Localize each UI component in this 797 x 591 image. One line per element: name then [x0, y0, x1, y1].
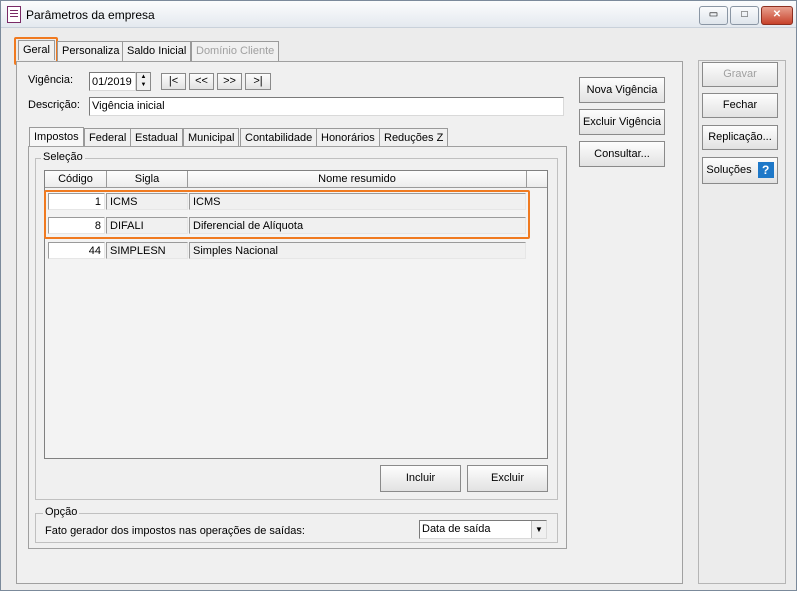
cell-sigla[interactable]: SIMPLESN	[106, 242, 188, 259]
nova-vigencia-button[interactable]: Nova Vigência	[579, 77, 665, 103]
subtab-municipal[interactable]: Municipal	[183, 128, 240, 148]
solucoes-button[interactable]: Soluções?	[702, 157, 778, 184]
maximize-button[interactable]: □	[730, 6, 759, 25]
tab-label: Impostos	[34, 131, 79, 143]
subtab-impostos[interactable]: Impostos	[29, 127, 84, 147]
window-title: Parâmetros da empresa	[26, 8, 155, 22]
tab-label: Municipal	[188, 132, 235, 144]
nav-last-button[interactable]: >|	[245, 73, 271, 90]
nav-first-button[interactable]: |<	[161, 73, 186, 90]
vigencia-spinner[interactable]: ▲ ▼	[136, 72, 151, 91]
col-header-sigla[interactable]: Sigla	[107, 171, 188, 188]
descricao-label: Descrição:	[28, 99, 80, 111]
cell-nome[interactable]: Simples Nacional	[189, 242, 526, 259]
chevron-down-icon[interactable]: ▼	[531, 521, 546, 538]
subtab-reducoes-z[interactable]: Reduções Z	[379, 128, 449, 148]
tab-label: Saldo Inicial	[127, 45, 187, 57]
nav-prev-button[interactable]: <<	[189, 73, 214, 90]
fato-gerador-label: Fato gerador dos impostos nas operações …	[45, 525, 305, 537]
document-icon	[7, 6, 21, 23]
minimize-icon: ▭	[708, 9, 719, 20]
vigencia-input[interactable]: 01/2019	[89, 72, 136, 91]
minimize-button[interactable]: ▭	[699, 6, 728, 25]
rows-highlight	[44, 190, 530, 239]
help-icon: ?	[757, 162, 774, 179]
nav-next-button[interactable]: >>	[217, 73, 242, 90]
col-header-filler	[527, 171, 547, 188]
fato-gerador-value: Data de saída	[422, 523, 491, 535]
tab-label: Contabilidade	[245, 132, 313, 144]
subtab-estadual[interactable]: Estadual	[130, 128, 183, 148]
title-bar: Parâmetros da empresa ▭ □ ✕	[1, 1, 796, 28]
subtab-contabilidade[interactable]: Contabilidade	[240, 128, 318, 148]
excluir-button[interactable]: Excluir	[467, 465, 548, 492]
maximize-icon: □	[741, 9, 748, 20]
tab-label: Estadual	[135, 132, 178, 144]
spin-up-icon: ▲	[140, 74, 147, 80]
solucoes-label: Soluções	[706, 164, 752, 176]
gravar-button[interactable]: Gravar	[702, 62, 778, 87]
tab-label: Personaliza	[62, 45, 120, 57]
vigencia-label: Vigência:	[28, 74, 74, 86]
incluir-button[interactable]: Incluir	[380, 465, 461, 492]
close-icon: ✕	[772, 9, 782, 20]
replicacao-button[interactable]: Replicação...	[702, 125, 778, 150]
consultar-button[interactable]: Consultar...	[579, 141, 665, 167]
fechar-button[interactable]: Fechar	[702, 93, 778, 118]
fato-gerador-select[interactable]: Data de saída ▼	[419, 520, 547, 539]
close-button[interactable]: ✕	[761, 6, 793, 25]
subtab-honorarios[interactable]: Honorários	[316, 128, 380, 148]
excluir-vigencia-button[interactable]: Excluir Vigência	[579, 109, 665, 135]
tab-label: Domínio Cliente	[196, 45, 275, 57]
tab-label: Federal	[89, 132, 127, 144]
tab-dominio-cliente: Domínio Cliente	[191, 41, 280, 61]
app-window: Parâmetros da empresa ▭ □ ✕ Geral Person…	[0, 0, 797, 591]
subtab-federal[interactable]: Federal	[84, 128, 132, 148]
tab-label: Honorários	[321, 132, 375, 144]
selecao-title: Seleção	[41, 151, 85, 163]
col-header-codigo[interactable]: Código	[45, 171, 107, 188]
col-header-nome[interactable]: Nome resumido	[188, 171, 527, 188]
cell-codigo[interactable]: 44	[48, 242, 105, 259]
tab-label: Reduções Z	[384, 132, 444, 144]
tab-personaliza[interactable]: Personaliza	[57, 41, 125, 61]
spin-down-icon: ▼	[140, 82, 147, 88]
descricao-input[interactable]: Vigência inicial	[89, 97, 564, 116]
opcao-title: Opção	[43, 506, 80, 518]
tab-saldo-inicial[interactable]: Saldo Inicial	[122, 41, 192, 61]
